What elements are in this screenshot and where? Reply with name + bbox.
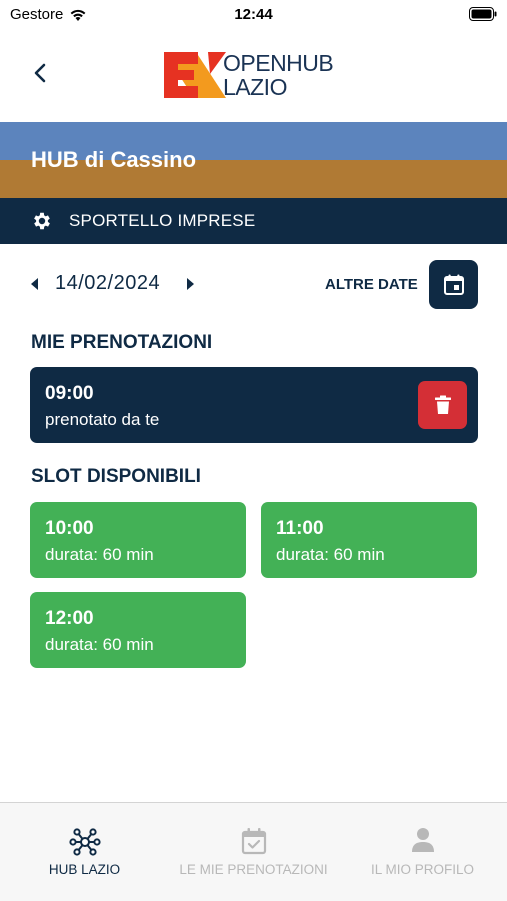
tab-icon-wrap xyxy=(338,827,507,857)
tab-label: IL MIO PROFILO xyxy=(370,862,475,877)
caret-left-icon xyxy=(31,278,38,290)
tab-bar: HUB LAZIO LE MIE PRENOTAZIONI IL MIO PRO… xyxy=(0,802,507,901)
tab-hub-lazio[interactable]: HUB LAZIO xyxy=(0,803,169,901)
slot-card[interactable]: 12:00 durata: 60 min xyxy=(30,592,246,668)
available-slots-title: SLOT DISPONIBILI xyxy=(31,466,201,487)
slot-card[interactable]: 10:00 durata: 60 min xyxy=(30,502,246,578)
selected-date: 14/02/2024 xyxy=(55,272,161,294)
delete-booking-button[interactable] xyxy=(418,381,467,429)
caret-right-icon xyxy=(187,278,194,290)
slot-time: 10:00 xyxy=(45,518,94,539)
previous-date-button[interactable] xyxy=(28,276,42,292)
other-dates-link[interactable]: ALTRE DATE xyxy=(325,276,418,293)
my-booking-card: 09:00 prenotato da te xyxy=(30,367,478,443)
back-button[interactable] xyxy=(26,58,56,88)
app-header: OPENHUB LAZIO xyxy=(0,30,507,122)
slot-card[interactable]: 11:00 durata: 60 min xyxy=(261,502,477,578)
slot-duration: durata: 60 min xyxy=(45,545,154,564)
logo-text-lazio: LAZIO xyxy=(223,74,287,100)
slot-time: 12:00 xyxy=(45,608,94,629)
tab-my-bookings[interactable]: LE MIE PRENOTAZIONI xyxy=(169,803,338,901)
tab-label: LE MIE PRENOTAZIONI xyxy=(179,862,328,877)
slot-duration: durata: 60 min xyxy=(45,635,154,654)
calendar-button[interactable] xyxy=(429,260,478,309)
booking-time: 09:00 xyxy=(45,383,94,404)
tab-icon-wrap xyxy=(0,827,169,857)
chevron-left-icon xyxy=(34,63,46,83)
trash-icon xyxy=(434,395,451,414)
openhub-lazio-logo: OPENHUB LAZIO xyxy=(164,50,334,100)
hub-title: HUB di Cassino xyxy=(31,147,197,172)
hub-banner: HUB di Cassino xyxy=(0,122,507,198)
status-time: 12:44 xyxy=(234,6,273,23)
tab-my-profile[interactable]: IL MIO PROFILO xyxy=(338,803,507,901)
status-bar: Gestore 12:44 xyxy=(0,0,507,30)
person-icon xyxy=(411,828,434,852)
logo-text-openhub: OPENHUB xyxy=(223,50,334,76)
calendar-icon xyxy=(443,274,464,295)
next-date-button[interactable] xyxy=(183,276,197,292)
logo-mark-icon xyxy=(164,52,226,98)
network-icon xyxy=(68,828,101,856)
calendar-check-icon xyxy=(241,828,266,855)
date-navigation: 14/02/2024 ALTRE DATE xyxy=(0,258,507,310)
tab-label: HUB LAZIO xyxy=(48,862,121,877)
tab-icon-wrap xyxy=(169,827,338,857)
service-bar: SPORTELLO IMPRESE xyxy=(0,198,507,244)
slot-time: 11:00 xyxy=(276,518,324,539)
my-bookings-title: MIE PRENOTAZIONI xyxy=(31,332,213,353)
service-label: SPORTELLO IMPRESE xyxy=(69,211,256,230)
battery-icon xyxy=(469,7,497,21)
gear-icon xyxy=(34,212,50,230)
slot-duration: durata: 60 min xyxy=(276,545,385,564)
booking-note: prenotato da te xyxy=(45,410,160,429)
